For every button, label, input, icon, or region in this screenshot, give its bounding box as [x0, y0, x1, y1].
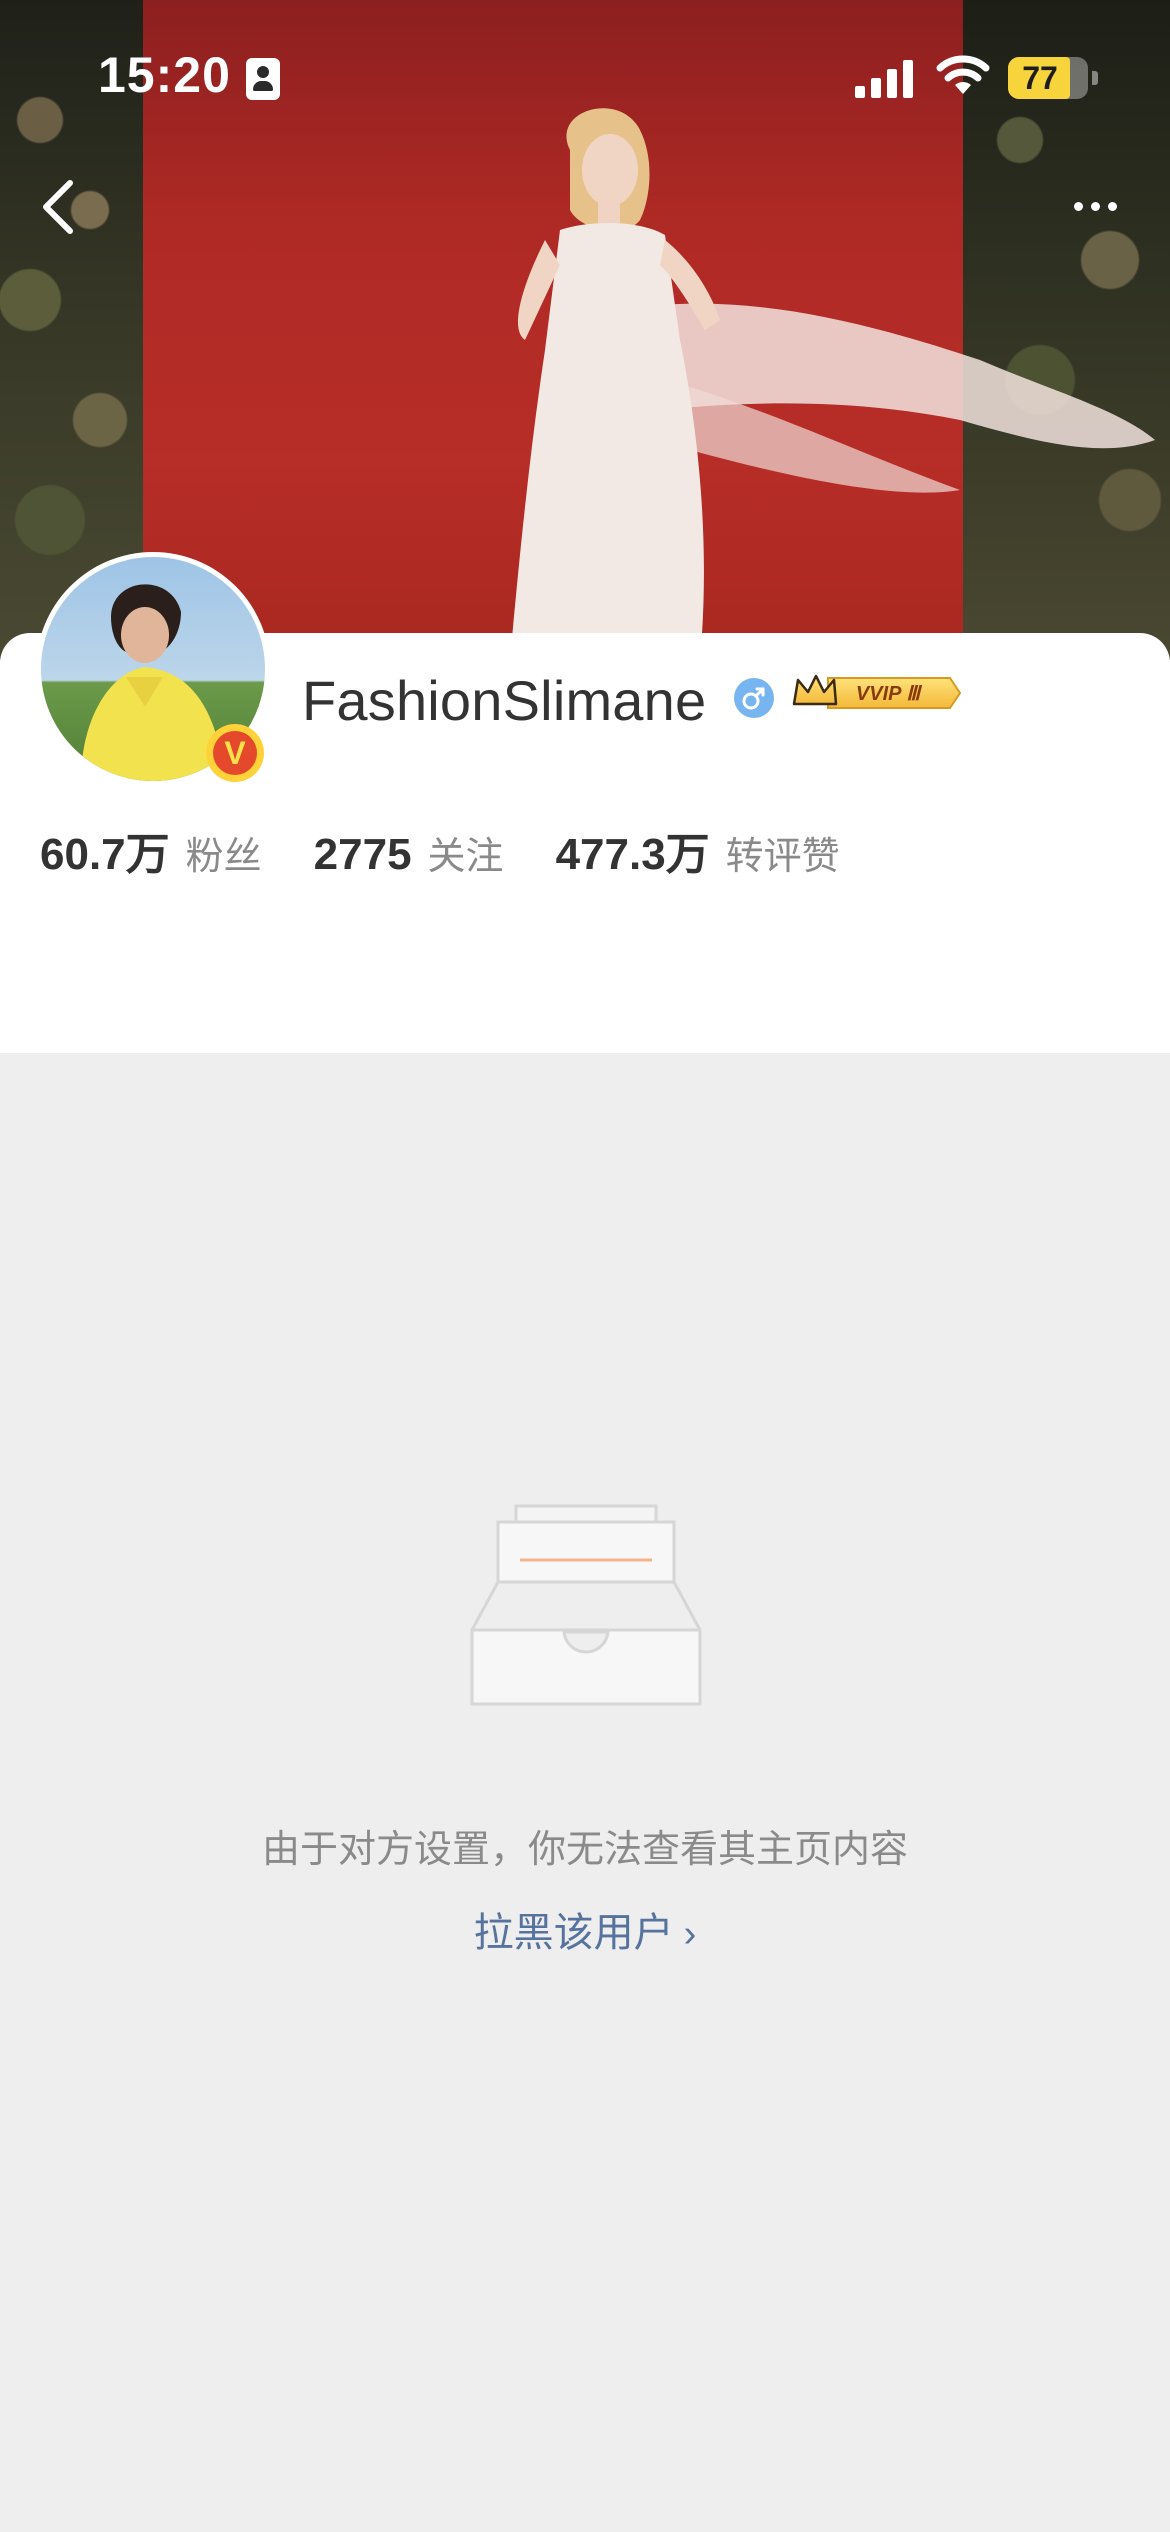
battery-icon: 77	[1008, 57, 1098, 99]
male-icon	[734, 678, 774, 718]
chevron-right-icon: ›	[683, 1913, 697, 1955]
more-button[interactable]	[1060, 186, 1130, 226]
cover-figure	[450, 90, 750, 660]
verified-v-label: V	[213, 731, 257, 775]
stat-followers[interactable]: 60.7万 粉丝	[40, 818, 262, 882]
status-time: 15:20	[98, 47, 231, 103]
block-user-label: 拉黑该用户	[473, 1911, 674, 1955]
stat-label: 转评赞	[725, 836, 840, 878]
battery-level: 77	[1022, 60, 1058, 96]
stat-value: 477.3万	[555, 830, 710, 879]
more-horizontal-icon	[1073, 201, 1083, 211]
verified-v-icon: V	[206, 724, 264, 782]
stat-label: 关注	[427, 836, 504, 878]
profile-stats: 60.7万 粉丝 2775 关注 477.3万 转评赞	[40, 818, 892, 880]
id-card-icon	[246, 58, 280, 100]
vvip-badge[interactable]: VVIP Ⅲ	[790, 670, 962, 716]
stat-following[interactable]: 2775 关注	[314, 825, 504, 880]
status-bar: 15:20 77	[0, 0, 1170, 150]
stat-value: 60.7万	[40, 830, 170, 879]
back-button[interactable]	[28, 172, 88, 242]
chevron-left-icon	[43, 180, 73, 234]
username: FashionSlimane	[302, 669, 707, 732]
empty-state-message: 由于对方设置，你无法查看其主页内容	[261, 1829, 908, 1871]
empty-state-area	[0, 1053, 1170, 2532]
cellular-signal-icon	[855, 60, 913, 98]
wifi-icon	[936, 55, 990, 94]
empty-box-icon	[468, 1500, 704, 1710]
stat-reposts-comments-likes[interactable]: 477.3万 转评赞	[556, 818, 840, 882]
stat-value: 2775	[313, 830, 412, 879]
block-user-link[interactable]: 拉黑该用户 ›	[0, 1900, 1170, 1958]
stat-label: 粉丝	[185, 836, 262, 878]
vvip-badge-label: VVIP Ⅲ	[856, 683, 922, 705]
